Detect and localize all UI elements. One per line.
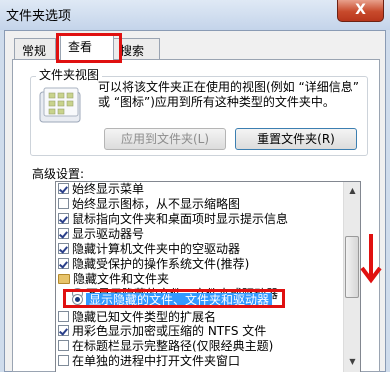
option-label: 鼠标指向文件夹和桌面项时显示提示信息 xyxy=(72,212,289,226)
option-show-hidden[interactable]: 显示隐藏的文件、文件夹和驱动器 xyxy=(72,293,273,308)
option-label: 显示驱动器号 xyxy=(72,227,145,241)
option-label: 在单独的进程中打开文件夹窗口 xyxy=(72,354,241,368)
scroll-down-icon[interactable]: ▼ xyxy=(344,354,361,370)
option-label-selected: 显示隐藏的文件、文件夹和驱动器 xyxy=(86,293,273,307)
radio-selected-icon[interactable] xyxy=(72,294,83,305)
option-label: 隐藏计算机文件夹中的空驱动器 xyxy=(72,242,241,256)
checkbox-icon[interactable] xyxy=(58,311,69,322)
option-color-ntfs[interactable]: 用彩色显示加密或压缩的 NTFS 文件 xyxy=(58,324,266,339)
tab-view[interactable]: 查看 xyxy=(60,34,114,60)
title-bar: 文件夹选项 X xyxy=(0,0,390,30)
option-hide-protected-os-files[interactable]: 隐藏受保护的操作系统文件(推荐) xyxy=(58,257,249,272)
option-label: 隐藏已知文件类型的扩展名 xyxy=(72,310,217,324)
window-title: 文件夹选项 xyxy=(6,9,72,24)
checkbox-icon[interactable] xyxy=(58,243,69,254)
tab-search[interactable]: 搜索 xyxy=(112,38,160,60)
apply-to-folders-button[interactable]: 应用到文件夹(L) xyxy=(104,128,226,150)
checkbox-icon[interactable] xyxy=(58,355,69,366)
folder-icon xyxy=(58,274,70,284)
checkbox-icon[interactable] xyxy=(58,228,69,239)
red-down-arrow-icon xyxy=(360,234,382,284)
option-always-show-icons[interactable]: 始终显示图标，从不显示缩略图 xyxy=(58,197,240,212)
option-always-show-menus[interactable]: 始终显示菜单 xyxy=(58,182,144,197)
option-label: 隐藏文件和文件夹 xyxy=(73,272,170,286)
checkbox-icon[interactable] xyxy=(58,258,69,269)
option-show-pop-up-description[interactable]: 鼠标指向文件夹和桌面项时显示提示信息 xyxy=(58,212,288,227)
checkbox-icon[interactable] xyxy=(58,198,69,209)
advanced-settings-label: 高级设置: xyxy=(32,167,85,181)
reset-folders-button[interactable]: 重置文件夹(R) xyxy=(235,128,357,150)
option-hide-empty-drives[interactable]: 隐藏计算机文件夹中的空驱动器 xyxy=(58,242,240,257)
close-button[interactable]: X xyxy=(337,0,384,22)
option-label: 始终显示菜单 xyxy=(72,182,145,196)
checkbox-icon[interactable] xyxy=(58,340,69,351)
scroll-thumb[interactable] xyxy=(345,236,359,298)
option-separate-process[interactable]: 在单独的进程中打开文件夹窗口 xyxy=(58,354,240,369)
checkbox-icon[interactable] xyxy=(58,183,69,194)
option-hide-extensions[interactable]: 隐藏已知文件类型的扩展名 xyxy=(58,310,216,325)
folder-view-icon xyxy=(39,87,81,123)
option-show-drive-letters[interactable]: 显示驱动器号 xyxy=(58,227,144,242)
option-label: 用彩色显示加密或压缩的 NTFS 文件 xyxy=(72,324,267,338)
tab-general[interactable]: 常规 xyxy=(14,38,56,60)
option-label: 在标题栏显示完整路径(仅限经典主题) xyxy=(72,339,274,353)
folder-view-group-label: 文件夹视图 xyxy=(36,66,103,83)
checkbox-icon[interactable] xyxy=(58,325,69,336)
option-group-hidden-files: 隐藏文件和文件夹 xyxy=(58,272,169,287)
option-full-path-title[interactable]: 在标题栏显示完整路径(仅限经典主题) xyxy=(58,339,273,354)
checkbox-icon[interactable] xyxy=(58,213,69,224)
option-label: 始终显示图标，从不显示缩略图 xyxy=(72,197,241,211)
folder-view-description: 可以将该文件夹正在使用的视图(例如 “详细信息” 或 “图标”)应用到所有这种类… xyxy=(98,80,359,109)
scroll-up-icon[interactable]: ▲ xyxy=(344,183,361,199)
option-label: 隐藏受保护的操作系统文件(推荐) xyxy=(72,257,250,271)
